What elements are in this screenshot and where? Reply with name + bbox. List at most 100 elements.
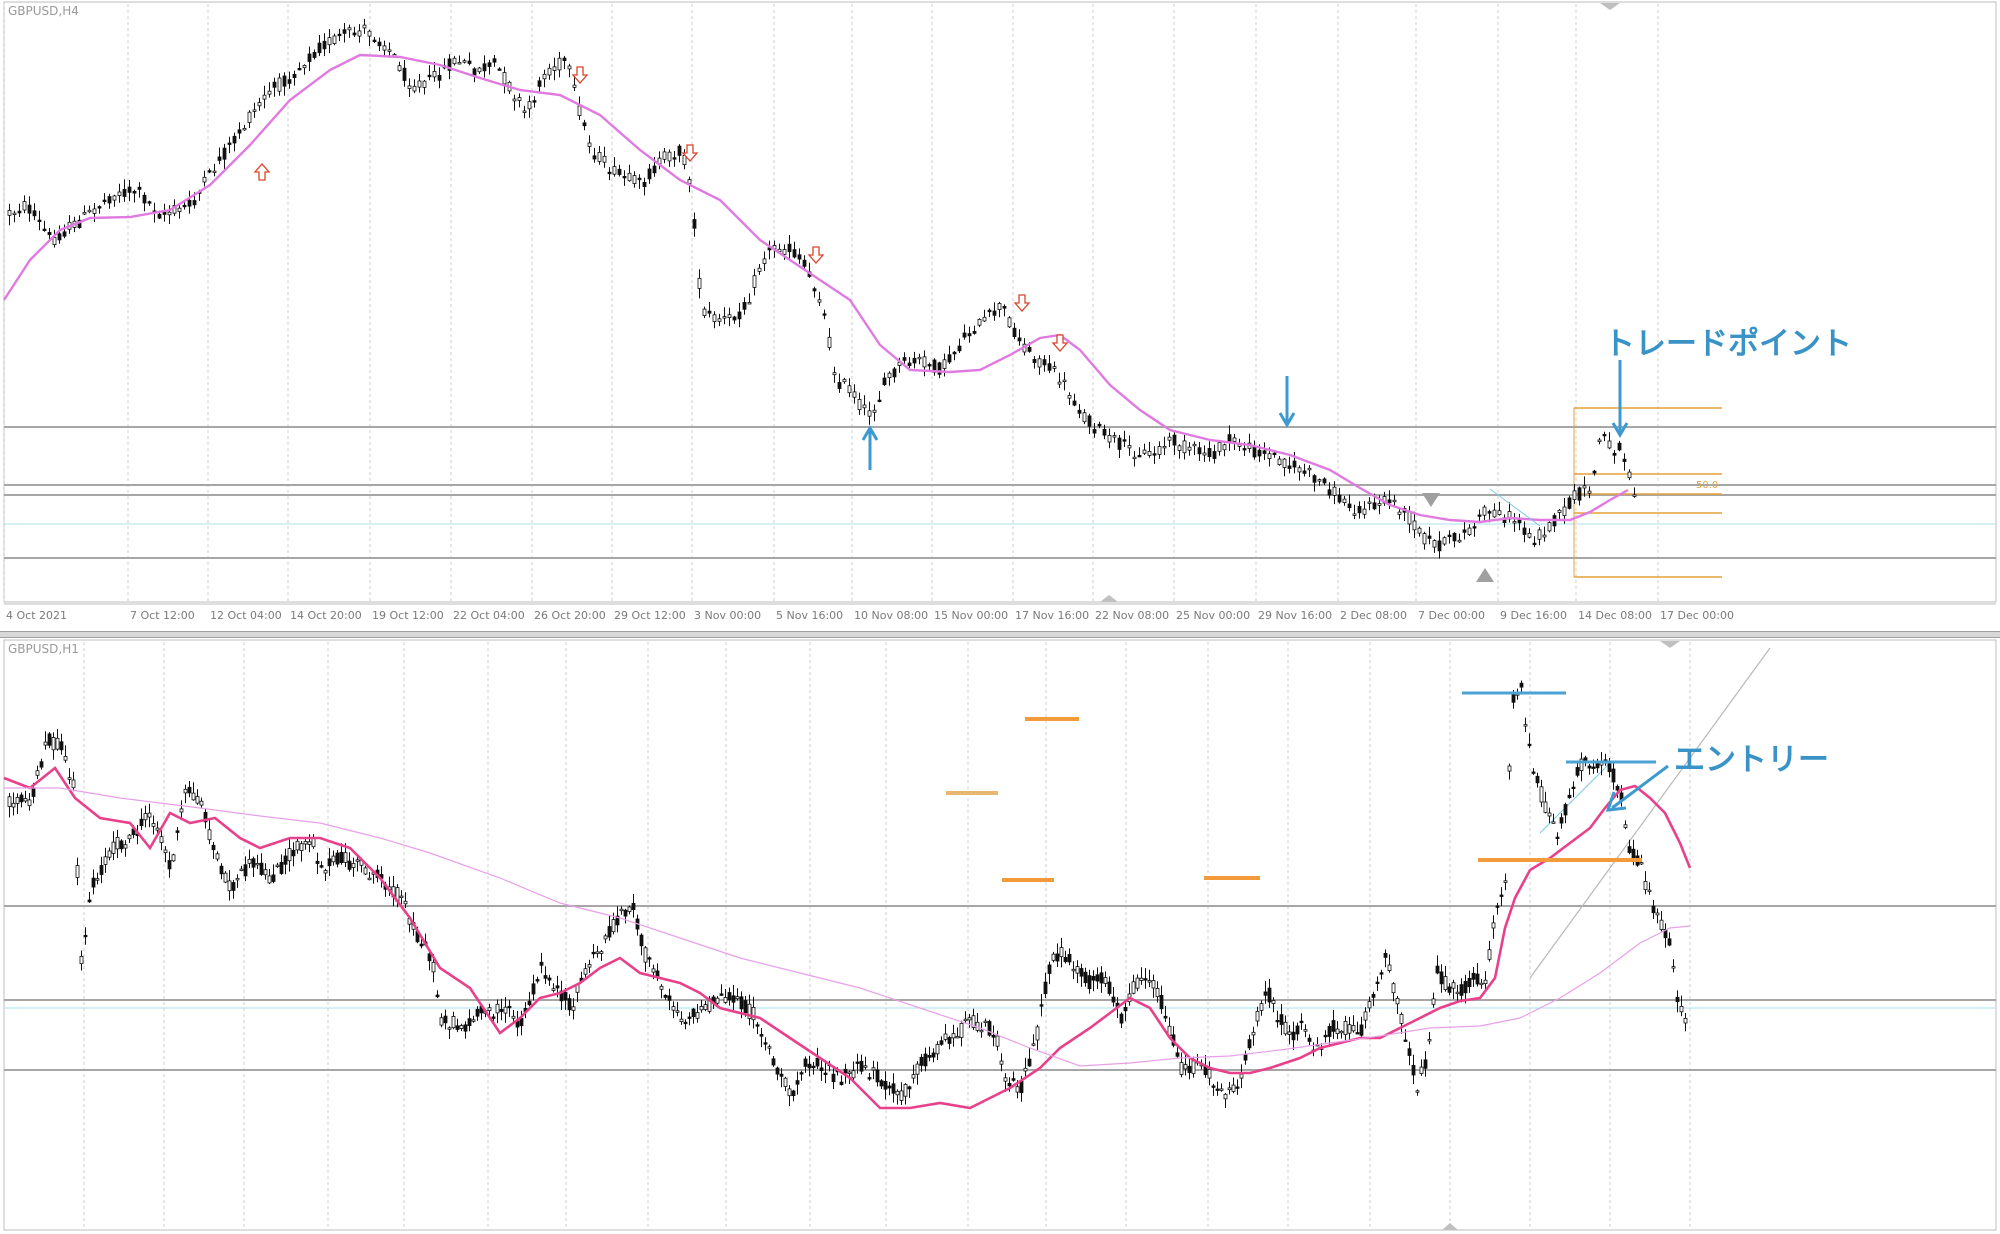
candle-body	[1027, 346, 1032, 352]
candle-body	[307, 53, 312, 62]
candle-body	[1555, 836, 1560, 840]
candle-body	[75, 865, 80, 878]
candle-body	[935, 1044, 940, 1055]
candle-body	[157, 213, 162, 219]
candle-body	[837, 382, 842, 389]
candle-body	[663, 994, 668, 998]
candle-body	[1215, 1088, 1220, 1091]
candle-body	[1547, 812, 1552, 817]
triangle-up-icon	[1442, 1223, 1458, 1230]
x-axis-label: 7 Dec 00:00	[1418, 609, 1485, 622]
candle-body	[917, 356, 922, 360]
candle-body	[671, 1006, 676, 1011]
candle-body	[1011, 1078, 1016, 1081]
candle-body	[262, 94, 267, 100]
candle-body	[397, 65, 402, 72]
candle-body	[1187, 446, 1192, 451]
chart-canvas-h4[interactable]: 50.0 4 Oct 2021 7 Oct 12:00 12 Oct 04:00 14 …	[0, 0, 2000, 631]
candle-body	[1562, 506, 1567, 517]
chart-panel-h4[interactable]: 50.0 4 Oct 2021 7 Oct 12:00 12 Oct 04:00 14 …	[0, 0, 2000, 631]
candle-body	[255, 862, 260, 866]
candle-body	[743, 1000, 748, 1014]
candle-body	[1611, 768, 1616, 783]
candle-body	[732, 316, 737, 321]
candle-body	[191, 792, 196, 801]
candle-body	[1217, 442, 1222, 452]
candle-body	[235, 877, 240, 881]
candle-body	[1252, 446, 1257, 458]
candle-body	[307, 841, 312, 845]
candle-body	[803, 1058, 808, 1067]
candle-body	[1647, 889, 1652, 893]
chart-panel-h1[interactable]: GBPUSD,H1 エントリー	[0, 638, 2000, 1234]
candle-body	[659, 985, 664, 990]
panel-splitter[interactable]	[0, 631, 2000, 638]
candle-body	[697, 277, 702, 289]
candle-body	[1342, 498, 1347, 504]
chart-canvas-h1[interactable]	[0, 638, 2000, 1234]
candle-body	[622, 175, 627, 179]
candle-body	[7, 796, 12, 807]
candle-body	[1383, 952, 1388, 958]
candle-body	[727, 992, 732, 1001]
candle-body	[1571, 786, 1576, 790]
candle-body	[851, 1070, 856, 1079]
candle-body	[1675, 996, 1680, 1003]
candle-body	[1575, 767, 1580, 776]
candle-body	[879, 1080, 884, 1087]
candle-body	[1307, 1037, 1312, 1042]
candle-body	[557, 57, 562, 71]
candle-body	[1367, 501, 1372, 504]
candle-body	[327, 37, 332, 46]
x-axis-label: 2 Dec 08:00	[1340, 609, 1407, 622]
candle-body	[1632, 494, 1637, 497]
candle-body	[207, 829, 212, 841]
candle-body	[595, 951, 600, 954]
candle-body	[1587, 490, 1592, 494]
candle-body	[955, 1035, 960, 1039]
candle-body	[187, 786, 192, 794]
down-arrow-icon	[1013, 294, 1031, 312]
candle-body	[267, 875, 272, 884]
candle-body	[911, 1074, 916, 1079]
candle-body	[1437, 540, 1442, 552]
candle-body	[1597, 439, 1602, 443]
candle-body	[899, 1090, 904, 1101]
x-axis-label: 14 Dec 08:00	[1578, 609, 1652, 622]
candle-body	[767, 1046, 772, 1049]
candle-body	[137, 186, 142, 190]
candle-body	[882, 377, 887, 385]
candle-body	[227, 880, 232, 892]
candle-body	[1335, 1028, 1340, 1035]
candle-body	[1427, 535, 1432, 539]
candle-body	[342, 29, 347, 34]
candle-body	[122, 188, 127, 197]
candle-body	[817, 299, 822, 303]
candle-body	[647, 168, 652, 180]
candle-body	[492, 58, 497, 63]
candle-body	[372, 39, 377, 42]
candle-body	[1577, 487, 1582, 501]
candle-body	[875, 1069, 880, 1083]
candle-body	[862, 404, 867, 409]
candle-body	[1563, 804, 1568, 816]
candle-body	[327, 858, 332, 867]
candle-body	[332, 35, 337, 44]
candle-body	[1143, 978, 1148, 981]
candle-body	[1347, 1024, 1352, 1034]
candle-body	[843, 1068, 848, 1074]
candle-body	[362, 24, 367, 29]
candle-body	[1567, 794, 1572, 799]
candle-body	[275, 864, 280, 868]
candle-body	[1359, 1024, 1364, 1036]
candle-body	[572, 84, 577, 88]
candle-body	[723, 996, 728, 1003]
candle-body	[1062, 379, 1067, 383]
candle-body	[1527, 743, 1532, 747]
candle-body	[1042, 359, 1047, 366]
candle-body	[1639, 862, 1644, 865]
candle-body	[1191, 1060, 1196, 1074]
candle-body	[552, 66, 557, 71]
candle-body	[1457, 539, 1462, 543]
candle-body	[643, 947, 648, 963]
